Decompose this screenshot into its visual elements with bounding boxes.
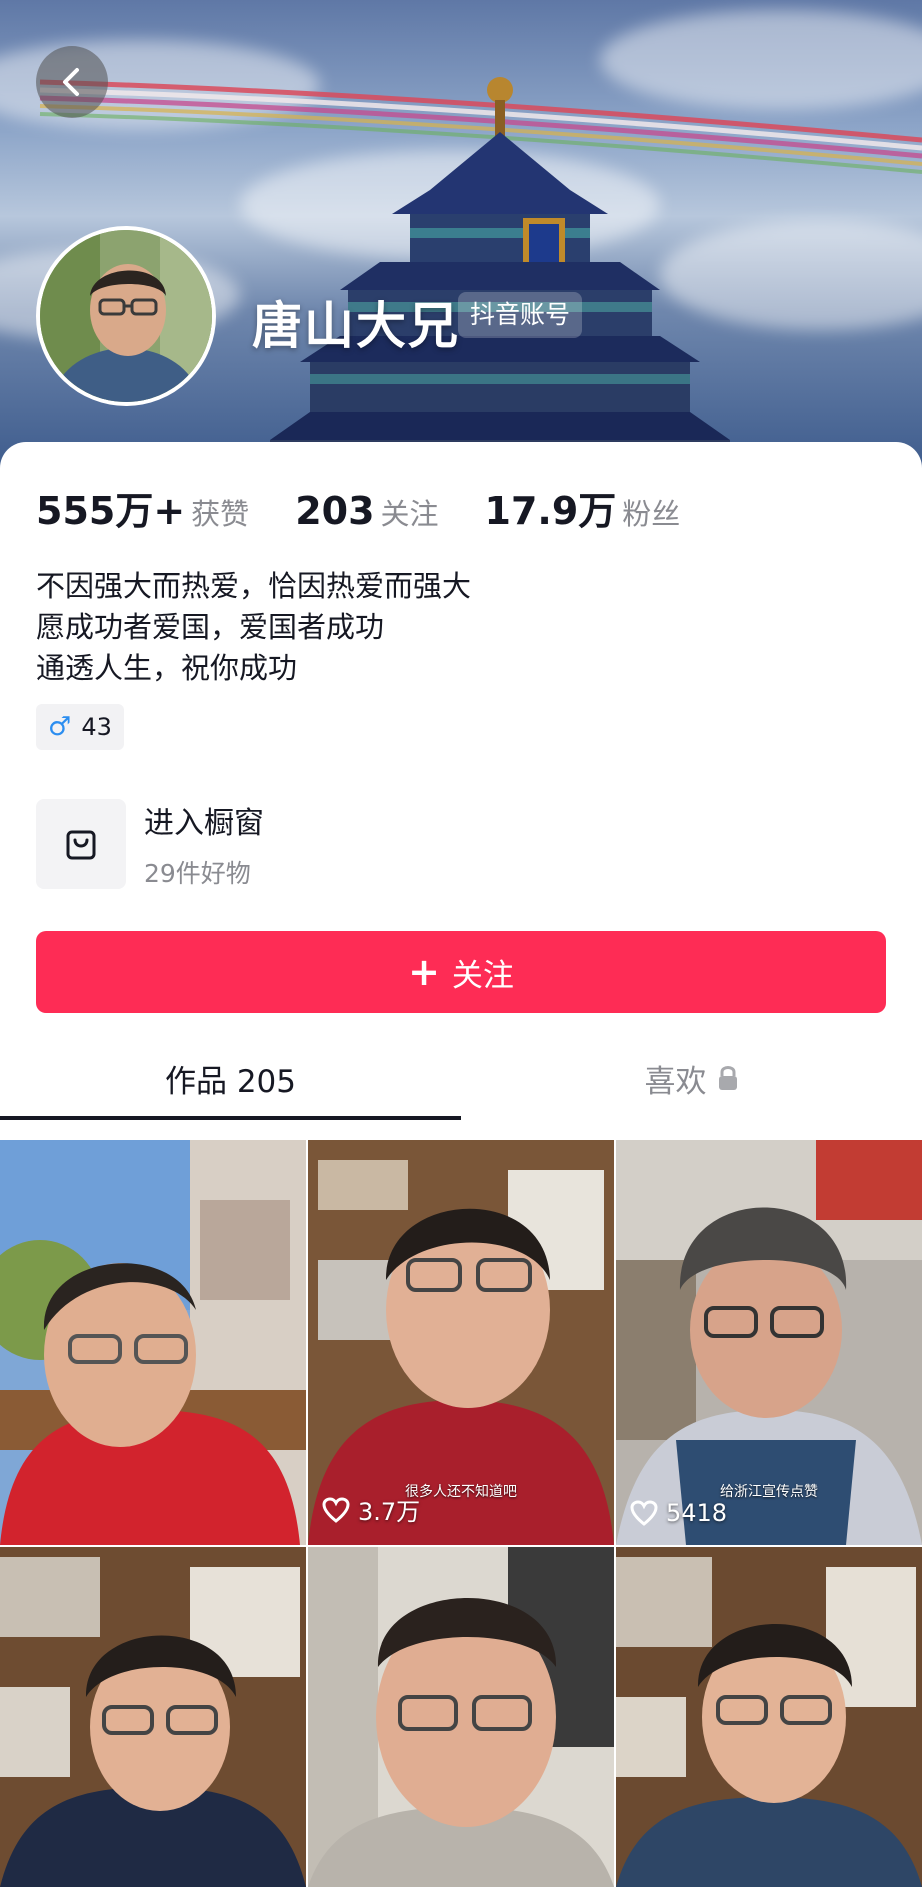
stat-label: 粉丝 (622, 497, 681, 531)
video-grid: 很多人还不知道吧 3.7万 给浙江宣传点赞 5418 (0, 1140, 922, 1889)
video-cover-image (308, 1547, 614, 1887)
shopping-bag-icon (66, 830, 96, 860)
tab-works-label: 作品 205 (164, 1063, 297, 1100)
follow-button[interactable]: + 关注 (36, 931, 886, 1013)
back-button[interactable] (36, 46, 108, 118)
video-thumbnail[interactable]: 给浙江宣传点赞 5418 (616, 1140, 922, 1545)
stat-value: 17.9万 (484, 489, 617, 533)
video-likes: 3.7万 (322, 1492, 420, 1527)
video-thumbnail[interactable] (616, 1547, 922, 1887)
bio-line: 不因强大而热爱，恰因热爱而强大 (36, 569, 472, 603)
shop-window-entry[interactable]: 进入橱窗 29件好物 (36, 798, 264, 890)
chevron-left-icon (63, 68, 79, 96)
stat-likes[interactable]: 555万+ 获赞 (36, 480, 249, 535)
gender-age-badge: ♂ 43 (36, 704, 124, 750)
account-tag[interactable]: 抖音账号 (458, 292, 583, 338)
bio: 不因强大而热爱，恰因热爱而强大 愿成功者爱国，爱国者成功 通透人生，祝你成功 (36, 566, 471, 689)
video-thumbnail[interactable] (308, 1547, 614, 1887)
video-likes: 5418 (630, 1499, 727, 1527)
plus-icon: + (408, 950, 440, 994)
bio-line: 通透人生，祝你成功 (36, 651, 298, 685)
stats-row: 555万+ 获赞 203 关注 17.9万 粉丝 (36, 480, 726, 535)
male-icon: ♂ (48, 712, 72, 742)
heart-icon (630, 1500, 658, 1526)
tab-works[interactable]: 作品 205 (0, 1036, 461, 1120)
video-thumbnail[interactable] (0, 1140, 306, 1545)
bio-line: 愿成功者爱国，爱国者成功 (36, 610, 385, 644)
video-thumbnail[interactable] (0, 1547, 306, 1887)
likes-count: 5418 (666, 1499, 728, 1527)
stat-value: 555万+ (36, 489, 186, 533)
heart-icon (322, 1496, 350, 1523)
shop-title: 进入橱窗 (144, 806, 264, 841)
stat-label: 关注 (380, 497, 439, 531)
tab-likes[interactable]: 喜欢 (461, 1036, 922, 1120)
stat-following[interactable]: 203 关注 (295, 489, 438, 533)
stat-label: 获赞 (191, 497, 250, 531)
video-thumbnail[interactable]: 很多人还不知道吧 3.7万 (308, 1140, 614, 1545)
profile-cover: 唐山大兄 抖音账号 (0, 0, 922, 470)
shop-icon-box (36, 799, 126, 889)
lock-icon (718, 1066, 737, 1090)
video-cover-image (0, 1140, 306, 1545)
video-caption: 给浙江宣传点赞 (720, 1484, 818, 1500)
content-tabs: 作品 205 喜欢 (0, 1036, 922, 1120)
shop-subtitle: 29件好物 (144, 859, 251, 888)
age-text: 43 (81, 713, 112, 741)
nickname: 唐山大兄 (252, 297, 460, 355)
follow-label: 关注 (451, 957, 514, 994)
avatar-photo (40, 230, 212, 402)
avatar[interactable] (36, 226, 216, 406)
tab-likes-label: 喜欢 (644, 1063, 707, 1100)
video-cover-image (0, 1547, 306, 1887)
stat-followers[interactable]: 17.9万 粉丝 (485, 480, 681, 535)
stat-value: 203 (295, 489, 375, 533)
likes-count: 3.7万 (358, 1498, 421, 1526)
video-cover-image (616, 1547, 922, 1887)
